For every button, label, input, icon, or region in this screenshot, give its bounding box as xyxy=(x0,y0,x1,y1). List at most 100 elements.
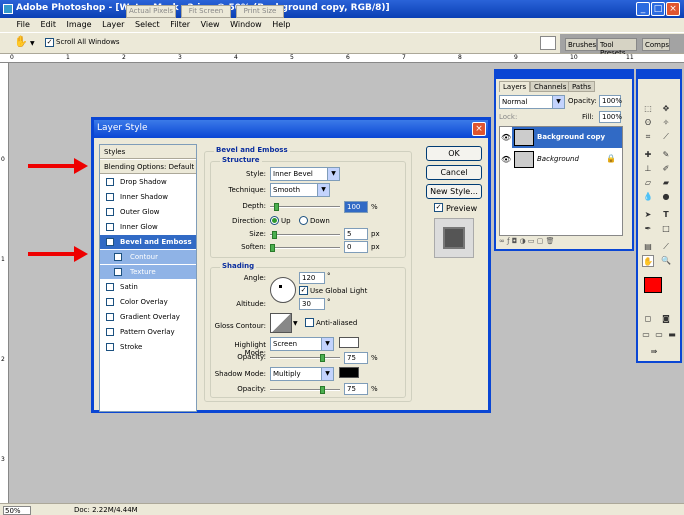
eye-icon[interactable]: 👁 xyxy=(501,155,511,164)
checkbox[interactable] xyxy=(106,208,114,216)
menu-edit[interactable]: Edit xyxy=(36,18,60,29)
layer-row-background[interactable]: Background 🔒 xyxy=(512,149,622,170)
fill-input[interactable]: 100% xyxy=(599,111,622,123)
foreground-color-swatch[interactable] xyxy=(644,277,662,293)
fx-icon[interactable]: ƒ xyxy=(507,237,509,245)
size-input[interactable]: 5 xyxy=(344,228,368,240)
style-item-bevel-emboss[interactable]: ✓ Bevel and Emboss xyxy=(100,235,196,249)
size-slider[interactable] xyxy=(270,234,340,236)
depth-slider-thumb[interactable] xyxy=(274,203,279,211)
type-tool-icon[interactable]: T xyxy=(660,209,672,221)
style-item-inner-shadow[interactable]: Inner Shadow xyxy=(100,190,196,204)
menu-image[interactable]: Image xyxy=(63,18,96,29)
soften-slider-thumb[interactable] xyxy=(270,244,275,252)
ok-button[interactable]: OK xyxy=(426,146,482,161)
style-item-stroke[interactable]: Stroke xyxy=(100,340,196,354)
healing-brush-tool-icon[interactable]: ✚ xyxy=(642,149,654,161)
altitude-input[interactable]: 30 xyxy=(299,298,325,310)
hand-tool-icon[interactable]: ✋ xyxy=(642,255,654,267)
menu-file[interactable]: File xyxy=(13,18,34,29)
style-item-contour[interactable]: ✓ Contour xyxy=(100,250,196,264)
tool-presets-tab[interactable]: Tool Presets xyxy=(597,38,637,57)
zoom-tool-icon[interactable]: 🔍 xyxy=(660,255,672,267)
brush-tool-icon[interactable]: ✎ xyxy=(660,149,672,161)
menu-layer[interactable]: Layer xyxy=(98,18,128,29)
highlight-opacity-input[interactable]: 75 xyxy=(344,352,368,364)
soften-slider[interactable] xyxy=(270,247,340,249)
close-button[interactable]: × xyxy=(666,2,680,16)
checkbox[interactable] xyxy=(106,283,114,291)
chevron-down-icon[interactable]: ▼ xyxy=(293,320,298,327)
direction-up-radio[interactable] xyxy=(270,216,279,225)
history-brush-tool-icon[interactable]: ✐ xyxy=(660,163,672,175)
highlight-opacity-slider[interactable] xyxy=(270,357,340,359)
style-select[interactable]: Inner Bevel ▼ xyxy=(270,167,340,181)
shadow-opacity-slider[interactable] xyxy=(270,389,340,391)
soften-input[interactable]: 0 xyxy=(344,241,368,253)
blur-tool-icon[interactable]: 💧 xyxy=(642,191,654,203)
eraser-tool-icon[interactable]: ▱ xyxy=(642,177,654,189)
link-icon[interactable]: ∞ xyxy=(499,237,505,245)
adjustment-icon[interactable]: ◑ xyxy=(520,237,526,245)
style-item-pattern-overlay[interactable]: Pattern Overlay xyxy=(100,325,196,339)
checkbox[interactable] xyxy=(106,343,114,351)
gloss-contour-preview[interactable] xyxy=(270,313,292,333)
screen-mode-menubar-icon[interactable]: ▭ xyxy=(653,329,665,341)
quick-mask-mode-icon[interactable]: ◙ xyxy=(660,313,672,325)
shadow-opacity-thumb[interactable] xyxy=(320,386,325,394)
tool-preset-dropdown-icon[interactable]: ▼ xyxy=(30,40,35,47)
zoom-level[interactable]: 50% xyxy=(3,506,31,515)
new-layer-icon[interactable]: ▢ xyxy=(537,237,544,245)
style-item-gradient-overlay[interactable]: Gradient Overlay xyxy=(100,310,196,324)
style-item-color-overlay[interactable]: Color Overlay xyxy=(100,295,196,309)
gradient-tool-icon[interactable]: ▰ xyxy=(660,177,672,189)
preview-checkbox[interactable]: ✓ xyxy=(434,203,443,212)
crop-tool-icon[interactable]: ⌗ xyxy=(642,131,654,143)
menu-help[interactable]: Help xyxy=(268,18,294,29)
opacity-input[interactable]: 100% xyxy=(599,95,622,107)
file-browser-icon[interactable] xyxy=(540,36,556,50)
highlight-mode-select[interactable]: Screen ▼ xyxy=(270,337,334,351)
screen-mode-standard-icon[interactable]: ▭ xyxy=(640,329,652,341)
hand-tool-icon[interactable]: ✋ xyxy=(14,36,28,48)
cancel-button[interactable]: Cancel xyxy=(426,165,482,180)
actual-pixels-button[interactable]: Actual Pixels xyxy=(126,5,176,18)
screen-mode-full-icon[interactable]: ▬ xyxy=(666,329,678,341)
shadow-opacity-input[interactable]: 75 xyxy=(344,383,368,395)
direction-down-radio[interactable] xyxy=(299,216,308,225)
eyedropper-tool-icon[interactable]: ⟋ xyxy=(660,241,672,253)
checkbox-checked[interactable]: ✓ xyxy=(106,238,114,246)
doc-size[interactable]: Doc: 2.22M/4.44M xyxy=(74,506,138,514)
layer-row-background-copy[interactable]: Background copy xyxy=(512,127,622,148)
style-item-outer-glow[interactable]: Outer Glow xyxy=(100,205,196,219)
slice-tool-icon[interactable]: ⟋ xyxy=(660,131,672,143)
path-select-tool-icon[interactable]: ➤ xyxy=(642,209,654,221)
depth-input[interactable]: 100 xyxy=(344,201,368,213)
menu-window[interactable]: Window xyxy=(226,18,266,29)
lasso-tool-icon[interactable]: ʘ xyxy=(642,117,654,129)
minimize-button[interactable]: _ xyxy=(636,2,650,16)
blending-options-item[interactable]: Blending Options: Default xyxy=(100,160,196,174)
checkbox[interactable] xyxy=(106,223,114,231)
angle-dial[interactable] xyxy=(270,277,296,303)
checkbox[interactable] xyxy=(114,268,122,276)
print-size-button[interactable]: Print Size xyxy=(236,5,284,18)
shadow-mode-select[interactable]: Multiply ▼ xyxy=(270,367,334,381)
folder-icon[interactable]: ▭ xyxy=(528,237,535,245)
highlight-color-swatch[interactable] xyxy=(339,337,359,348)
angle-input[interactable]: 120 xyxy=(299,272,325,284)
tab-channels[interactable]: Channels xyxy=(530,81,571,92)
shadow-color-swatch[interactable] xyxy=(339,367,359,378)
global-light-checkbox[interactable]: ✓ xyxy=(299,286,308,295)
checkbox[interactable] xyxy=(106,313,114,321)
trash-icon[interactable]: 🗑 xyxy=(546,237,555,245)
eye-icon[interactable]: 👁 xyxy=(501,133,511,142)
notes-tool-icon[interactable]: ▤ xyxy=(642,241,654,253)
technique-select[interactable]: Smooth ▼ xyxy=(270,183,330,197)
checkbox-checked[interactable]: ✓ xyxy=(114,253,122,261)
clone-stamp-tool-icon[interactable]: ⊥ xyxy=(642,163,654,175)
scroll-all-checkbox[interactable]: ✓ xyxy=(45,38,54,47)
dialog-close-button[interactable]: × xyxy=(472,122,486,136)
anti-aliased-checkbox[interactable] xyxy=(305,318,314,327)
menu-view[interactable]: View xyxy=(197,18,224,29)
